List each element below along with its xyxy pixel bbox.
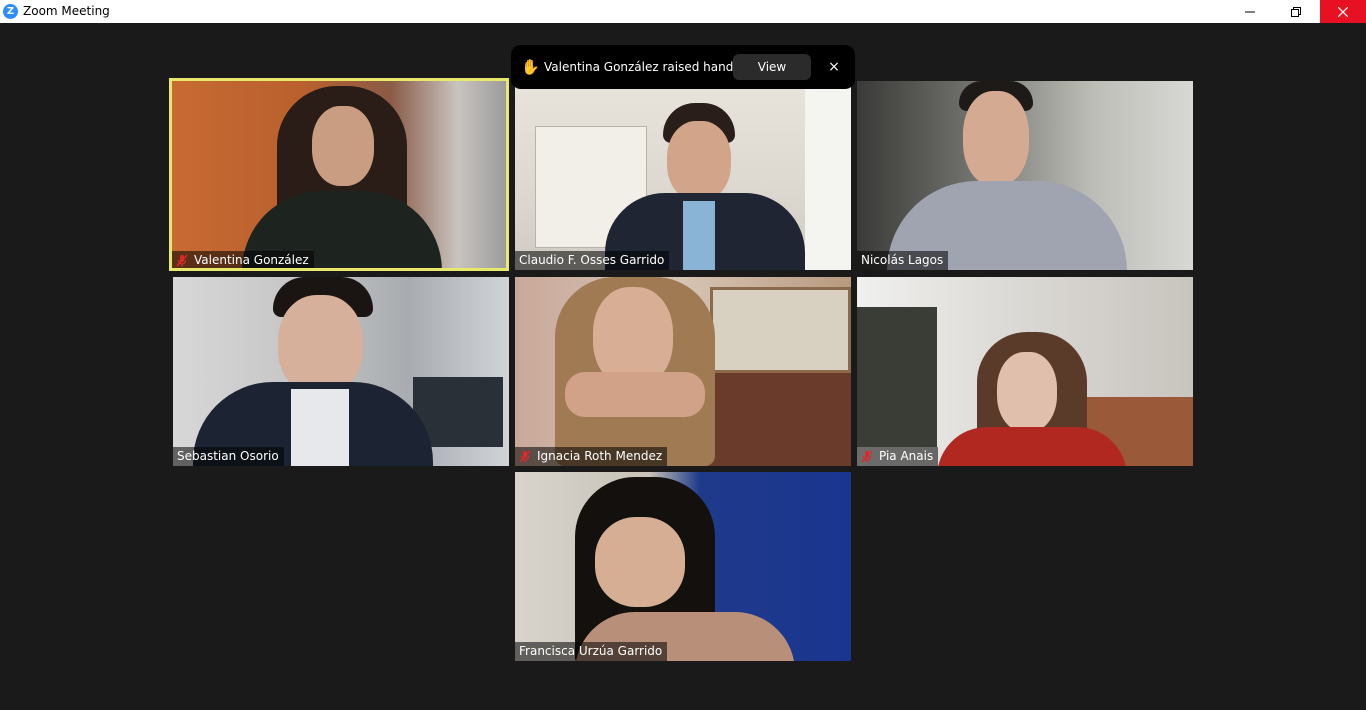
participant-name: Ignacia Roth Mendez: [537, 449, 663, 463]
restore-icon: [1291, 6, 1301, 17]
video-feed: [857, 277, 1193, 466]
minimize-button[interactable]: [1227, 0, 1273, 23]
participant-name-tag: Nicolás Lagos: [857, 251, 949, 270]
participant-name-tag: Ignacia Roth Mendez: [515, 447, 668, 466]
video-feed: [857, 81, 1193, 270]
participant-name-tag: Francisca Urzúa Garrido: [515, 642, 668, 661]
participant-name-tag: Claudio F. Osses Garrido: [515, 251, 670, 270]
participant-name: Valentina González: [194, 253, 309, 267]
muted-microphone-icon: [519, 450, 531, 463]
participant-name-tag: Sebastian Osorio: [173, 447, 284, 466]
participant-name-tag: Pia Anais: [857, 447, 939, 466]
participant-name-tag: Valentina González: [172, 251, 314, 270]
raised-hand-icon: ✋: [521, 58, 540, 76]
participant-name: Nicolás Lagos: [861, 253, 944, 267]
video-tile[interactable]: Nicolás Lagos: [857, 81, 1193, 270]
video-tile[interactable]: Valentina González: [172, 81, 508, 270]
window-title: Zoom Meeting: [23, 4, 110, 18]
video-feed: [515, 81, 851, 270]
participant-name: Francisca Urzúa Garrido: [519, 644, 663, 658]
participant-name: Claudio F. Osses Garrido: [519, 253, 665, 267]
restore-button[interactable]: [1273, 0, 1319, 23]
window-titlebar: Z Zoom Meeting: [0, 0, 1366, 23]
zoom-logo-icon: Z: [3, 4, 18, 19]
video-feed: [515, 277, 851, 466]
video-tile[interactable]: Francisca Urzúa Garrido: [515, 472, 851, 661]
participant-name: Pia Anais: [879, 449, 934, 463]
participant-name: Sebastian Osorio: [177, 449, 279, 463]
close-notification-button[interactable]: ×: [823, 54, 845, 80]
close-window-button[interactable]: [1320, 0, 1366, 23]
video-tile[interactable]: Ignacia Roth Mendez: [515, 277, 851, 466]
video-tile[interactable]: Claudio F. Osses Garrido: [515, 81, 851, 270]
muted-microphone-icon: [861, 450, 873, 463]
view-button[interactable]: View: [733, 54, 811, 80]
raised-hand-notification: ✋ Valentina González raised hand View ×: [511, 45, 855, 89]
video-tile[interactable]: Sebastian Osorio: [173, 277, 509, 466]
video-feed: [173, 277, 509, 466]
video-feed: [515, 472, 851, 661]
notification-message: Valentina González raised hand: [544, 60, 734, 74]
muted-microphone-icon: [176, 254, 188, 267]
minimize-icon: [1245, 11, 1255, 12]
close-icon: [1338, 6, 1348, 17]
video-tile[interactable]: Pia Anais: [857, 277, 1193, 466]
video-feed: [172, 81, 508, 270]
